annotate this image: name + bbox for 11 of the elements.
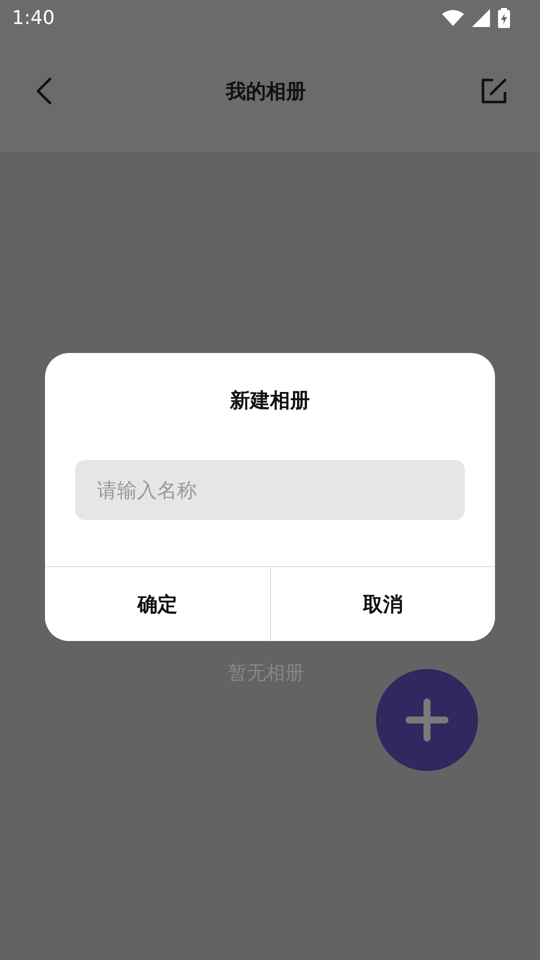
edit-icon[interactable] (480, 77, 508, 105)
plus-icon (405, 698, 449, 742)
back-icon[interactable] (36, 77, 52, 105)
status-time: 1:40 (12, 7, 55, 29)
dialog-button[interactable]: 取消 (270, 567, 495, 641)
page-title: 我的相册 (226, 78, 306, 104)
dialog-title: 新建相册 (230, 387, 310, 414)
battery-icon (498, 8, 510, 28)
signal-icon (472, 9, 490, 27)
name-input-field[interactable]: 请输入名称 (75, 460, 465, 520)
wifi-icon (442, 10, 464, 26)
